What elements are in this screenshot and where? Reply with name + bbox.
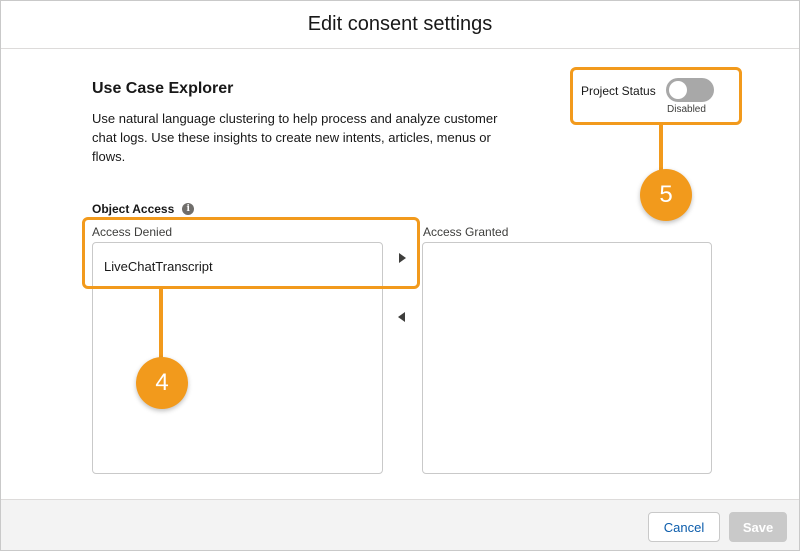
object-access-text: Object Access	[92, 202, 175, 216]
project-status-highlight: Project Status Disabled	[570, 67, 742, 125]
modal-title: Edit consent settings	[307, 13, 493, 35]
access-denied-list[interactable]	[92, 242, 383, 474]
edit-consent-modal: Edit consent settings Use Case Explorer …	[0, 0, 800, 551]
modal-footer: Cancel Save	[1, 499, 799, 550]
callout-4-badge: 4	[136, 357, 188, 409]
callout-5-line	[659, 125, 663, 171]
caret-left-icon	[398, 312, 405, 322]
save-button[interactable]: Save	[729, 512, 787, 542]
access-granted-list[interactable]	[422, 242, 712, 474]
callout-5-badge: 5	[640, 169, 692, 221]
move-left-button[interactable]	[394, 309, 410, 325]
toggle-knob	[669, 81, 687, 99]
list-item[interactable]: LiveChatTranscript	[104, 259, 213, 274]
modal-header: Edit consent settings	[1, 1, 799, 49]
info-icon[interactable]: i	[182, 203, 195, 215]
object-access-label: Object Access i	[92, 202, 195, 216]
cancel-button[interactable]: Cancel	[648, 512, 720, 542]
project-status-toggle[interactable]	[666, 78, 714, 102]
caret-right-icon	[399, 253, 406, 263]
callout-4-line	[159, 289, 163, 361]
section-description: Use natural language clustering to help …	[92, 111, 498, 164]
move-right-button[interactable]	[394, 250, 410, 266]
project-status-state: Disabled	[667, 104, 706, 115]
project-status-label: Project Status	[581, 84, 656, 98]
access-denied-label: Access Denied	[92, 225, 173, 239]
section-title: Use Case Explorer	[92, 80, 234, 97]
access-granted-label: Access Granted	[423, 225, 509, 239]
